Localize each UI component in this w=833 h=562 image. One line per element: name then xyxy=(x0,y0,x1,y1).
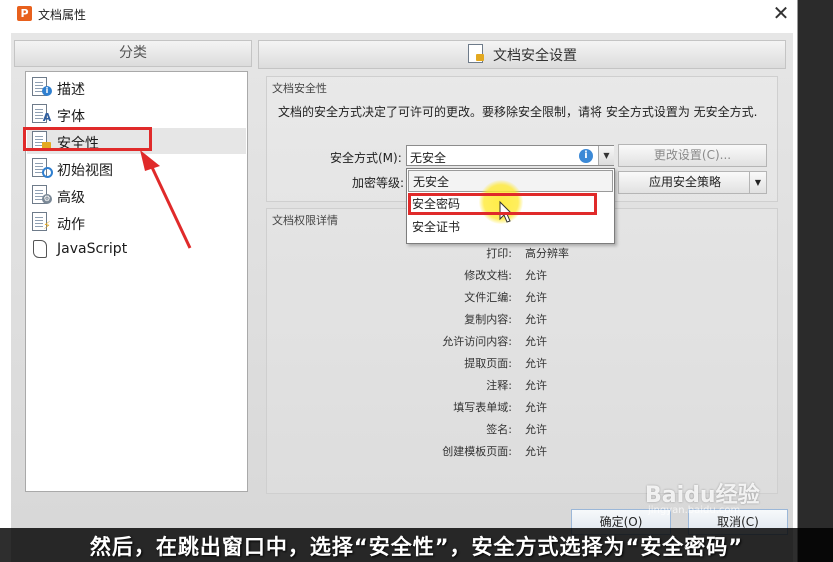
annotation-arrow xyxy=(148,162,192,249)
password-option-highlight-box xyxy=(408,193,597,215)
annotation-arrowhead-icon xyxy=(140,150,160,171)
watermark-url: jingyan.baidu.com xyxy=(648,505,741,516)
subtitle-caption: 然后，在跳出窗口中，选择“安全性”，安全方式选择为“安全密码” xyxy=(89,535,744,559)
